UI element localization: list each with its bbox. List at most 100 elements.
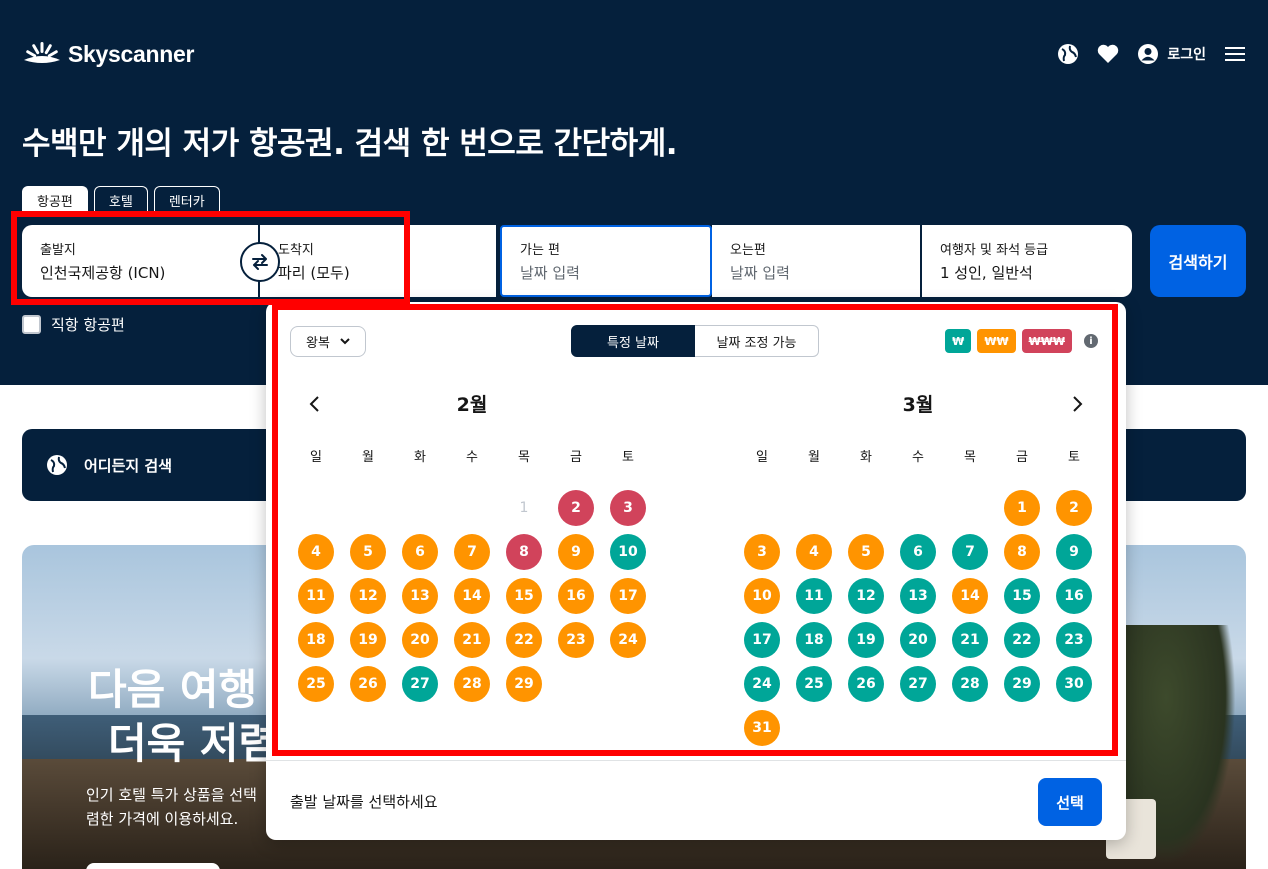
flight-search-form: 출발지 인천국제공항 (ICN) 도착지 파리 (모두) 가는 편 날짜 입력 … xyxy=(22,225,1134,297)
calendar-day[interactable]: 24 xyxy=(736,662,788,706)
calendar-day[interactable]: 16 xyxy=(1048,574,1100,618)
calendar-day[interactable]: 28 xyxy=(446,662,498,706)
calendar-day[interactable]: 25 xyxy=(290,662,342,706)
calendar-day[interactable]: 16 xyxy=(550,574,602,618)
calendar-day-number: 18 xyxy=(298,622,334,658)
tab-car-hire[interactable]: 렌터카 xyxy=(153,186,220,213)
calendar-day[interactable]: 29 xyxy=(996,662,1048,706)
tab-flights[interactable]: 항공편 xyxy=(22,186,88,213)
next-month-button[interactable] xyxy=(1066,392,1090,416)
calendar-day[interactable]: 25 xyxy=(788,662,840,706)
calendar-day[interactable]: 14 xyxy=(944,574,996,618)
calendar-day[interactable]: 26 xyxy=(840,662,892,706)
calendar-day[interactable]: 4 xyxy=(290,530,342,574)
return-date-field[interactable]: 오는편 날짜 입력 xyxy=(712,225,922,297)
calendar-day[interactable]: 30 xyxy=(1048,662,1100,706)
calendar-day-number: 6 xyxy=(402,534,438,570)
calendar-day[interactable]: 19 xyxy=(840,618,892,662)
calendar-day[interactable]: 12 xyxy=(840,574,892,618)
calendar-day[interactable]: 23 xyxy=(550,618,602,662)
weekday-header: 일 xyxy=(756,450,768,465)
calendar-day[interactable]: 2 xyxy=(1048,486,1100,530)
destination-value: 파리 (모두) xyxy=(278,264,350,282)
calendar-day[interactable]: 20 xyxy=(892,618,944,662)
calendar-day[interactable]: 15 xyxy=(498,574,550,618)
calendar-day[interactable]: 21 xyxy=(944,618,996,662)
calendar-day[interactable]: 4 xyxy=(788,530,840,574)
calendar-day[interactable]: 11 xyxy=(788,574,840,618)
promo-button[interactable] xyxy=(86,863,220,869)
calendar-day[interactable]: 27 xyxy=(394,662,446,706)
destination-field[interactable]: 도착지 파리 (모두) xyxy=(260,225,498,297)
calendar-day[interactable]: 19 xyxy=(342,618,394,662)
search-button[interactable]: 검색하기 xyxy=(1150,225,1246,297)
destination-label: 도착지 xyxy=(278,243,314,258)
tab-hotels[interactable]: 호텔 xyxy=(93,186,148,213)
calendar-day[interactable]: 24 xyxy=(602,618,654,662)
calendar-day-number: 29 xyxy=(506,666,542,702)
calendar-day[interactable]: 7 xyxy=(446,530,498,574)
calendar-day[interactable]: 29 xyxy=(498,662,550,706)
calendar-day[interactable]: 2 xyxy=(550,486,602,530)
flexible-dates-tab[interactable]: 날짜 조정 가능 xyxy=(695,325,819,357)
calendar-day[interactable]: 26 xyxy=(342,662,394,706)
swap-locations-button[interactable] xyxy=(240,242,280,282)
chevron-left-icon xyxy=(309,396,319,412)
calendar-day[interactable]: 8 xyxy=(498,530,550,574)
empty-day-cell xyxy=(446,486,498,530)
calendar-day[interactable]: 15 xyxy=(996,574,1048,618)
select-date-button[interactable]: 선택 xyxy=(1038,778,1102,826)
calendar-day[interactable]: 6 xyxy=(394,530,446,574)
origin-field[interactable]: 출발지 인천국제공항 (ICN) xyxy=(22,225,260,297)
calendar-day[interactable]: 20 xyxy=(394,618,446,662)
calendar-day[interactable]: 22 xyxy=(996,618,1048,662)
calendar-day-number: 23 xyxy=(558,622,594,658)
direct-flights-option[interactable]: 직항 항공편 xyxy=(22,314,125,335)
calendar-day[interactable]: 18 xyxy=(788,618,840,662)
calendar-day[interactable]: 21 xyxy=(446,618,498,662)
origin-value: 인천국제공항 (ICN) xyxy=(40,264,166,282)
depart-placeholder: 날짜 입력 xyxy=(520,264,580,282)
heart-icon[interactable] xyxy=(1097,43,1119,65)
calendar-day[interactable]: 13 xyxy=(394,574,446,618)
calendar-day[interactable]: 10 xyxy=(602,530,654,574)
travellers-field[interactable]: 여행자 및 좌석 등급 1 성인, 일반석 xyxy=(922,225,1132,297)
skyscanner-logo[interactable]: Skyscanner xyxy=(22,40,194,68)
calendar-day[interactable]: 31 xyxy=(736,706,788,750)
globe-icon[interactable] xyxy=(1057,43,1079,65)
direct-flights-checkbox[interactable] xyxy=(22,315,41,334)
calendar-day[interactable]: 8 xyxy=(996,530,1048,574)
calendar-day[interactable]: 11 xyxy=(290,574,342,618)
calendar-day[interactable]: 28 xyxy=(944,662,996,706)
depart-label: 가는 편 xyxy=(520,243,561,258)
calendar-day[interactable]: 23 xyxy=(1048,618,1100,662)
login-button[interactable]: 로그인 xyxy=(1137,43,1206,65)
calendar-day[interactable]: 17 xyxy=(736,618,788,662)
calendar-day-number: 18 xyxy=(796,622,832,658)
calendar-day[interactable]: 3 xyxy=(602,486,654,530)
calendar-day-number: 21 xyxy=(454,622,490,658)
calendar-day[interactable]: 12 xyxy=(342,574,394,618)
calendar-day[interactable]: 1 xyxy=(996,486,1048,530)
calendar-day[interactable]: 3 xyxy=(736,530,788,574)
depart-date-field[interactable]: 가는 편 날짜 입력 xyxy=(500,225,712,297)
calendar-day[interactable]: 9 xyxy=(550,530,602,574)
calendar-day[interactable]: 22 xyxy=(498,618,550,662)
calendar-day[interactable]: 5 xyxy=(342,530,394,574)
menu-icon[interactable] xyxy=(1224,43,1246,65)
calendar-day[interactable]: 7 xyxy=(944,530,996,574)
calendar-day[interactable]: 27 xyxy=(892,662,944,706)
calendar-day[interactable]: 6 xyxy=(892,530,944,574)
calendar-day[interactable]: 10 xyxy=(736,574,788,618)
calendar-day[interactable]: 17 xyxy=(602,574,654,618)
calendar-day[interactable]: 9 xyxy=(1048,530,1100,574)
calendar-day[interactable]: 18 xyxy=(290,618,342,662)
calendar-day[interactable]: 5 xyxy=(840,530,892,574)
calendar-day[interactable]: 14 xyxy=(446,574,498,618)
calendar-day-number: 26 xyxy=(350,666,386,702)
calendar-day[interactable]: 13 xyxy=(892,574,944,618)
info-icon[interactable]: i xyxy=(1084,334,1098,348)
prev-month-button[interactable] xyxy=(302,392,326,416)
trip-type-select[interactable]: 왕복 xyxy=(290,326,366,357)
specific-dates-tab[interactable]: 특정 날짜 xyxy=(571,325,695,357)
